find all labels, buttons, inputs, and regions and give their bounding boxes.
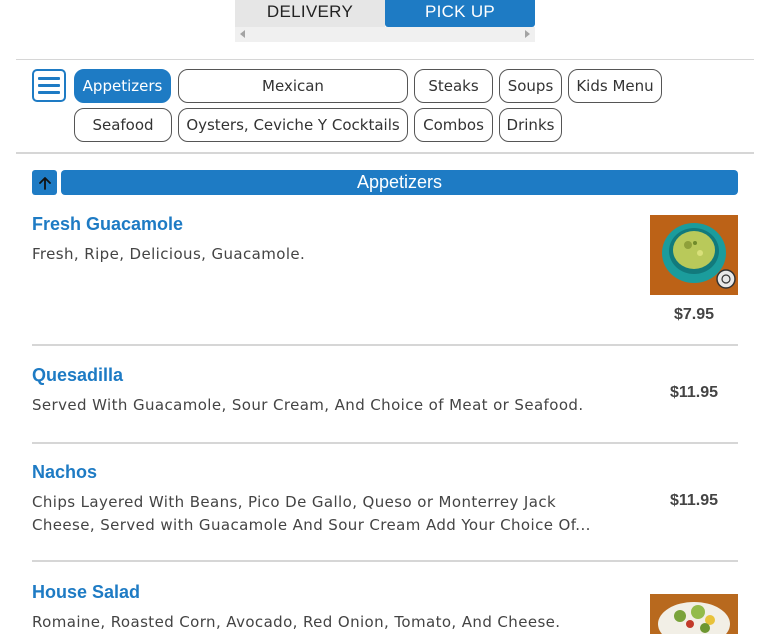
category-tab-appetizers[interactable]: Appetizers xyxy=(74,69,171,103)
salad-photo[interactable] xyxy=(650,594,738,634)
category-tab-drinks[interactable]: Drinks xyxy=(499,108,562,142)
item-divider xyxy=(32,442,738,444)
category-tab-soups[interactable]: Soups xyxy=(499,69,562,103)
scroll-to-top-button[interactable] xyxy=(32,170,57,195)
category-menu-button[interactable] xyxy=(32,69,66,102)
category-tab-seafood[interactable]: Seafood xyxy=(74,108,172,142)
item-description: Fresh, Ripe, Delicious, Guacamole. xyxy=(32,245,306,263)
category-tab-mexican[interactable]: Mexican xyxy=(178,69,408,103)
item-name[interactable]: Fresh Guacamole xyxy=(32,214,183,235)
item-name[interactable]: House Salad xyxy=(32,582,140,603)
item-description: Chips Layered With Beans, Pico De Gallo,… xyxy=(32,493,591,534)
menu-icon-bar xyxy=(38,77,60,80)
category-tab-steaks[interactable]: Steaks xyxy=(414,69,493,103)
menu-item[interactable]: Quesadilla Served With Guacamole, Sour C… xyxy=(32,363,738,444)
item-name[interactable]: Quesadilla xyxy=(32,365,123,386)
pickup-button[interactable]: PICK UP xyxy=(385,0,535,27)
item-name[interactable]: Nachos xyxy=(32,462,97,483)
item-description: Served With Guacamole, Sour Cream, And C… xyxy=(32,396,584,414)
guacamole-photo[interactable] xyxy=(650,215,738,295)
divider xyxy=(16,59,754,60)
category-tab-combos[interactable]: Combos xyxy=(414,108,493,142)
item-price: $11.95 xyxy=(669,492,719,509)
delivery-button[interactable]: DELIVERY xyxy=(235,0,385,27)
item-price: $11.95 xyxy=(669,384,719,401)
order-mode-toggle: DELIVERY PICK UP xyxy=(235,0,535,27)
horizontal-scrollbar[interactable] xyxy=(235,27,535,42)
menu-item[interactable]: Nachos Chips Layered With Beans, Pico De… xyxy=(32,460,738,563)
category-tab-kids-menu[interactable]: Kids Menu xyxy=(568,69,662,103)
item-divider xyxy=(32,560,738,562)
item-price: $7.95 xyxy=(673,306,715,323)
menu-icon-bar xyxy=(38,91,60,94)
menu-item[interactable]: Fresh Guacamole Fresh, Ripe, Delicious, … xyxy=(32,212,738,346)
scroll-right-icon[interactable] xyxy=(525,30,530,38)
item-divider xyxy=(32,344,738,346)
menu-item[interactable]: House Salad Romaine, Roasted Corn, Avoca… xyxy=(32,580,738,634)
menu-icon-bar xyxy=(38,84,60,87)
scroll-left-icon[interactable] xyxy=(240,30,245,38)
divider xyxy=(16,152,754,154)
arrow-up-icon xyxy=(38,176,51,190)
category-tab-oysters-ceviche-cocktails[interactable]: Oysters, Ceviche Y Cocktails xyxy=(178,108,408,142)
item-description: Romaine, Roasted Corn, Avocado, Red Onio… xyxy=(32,613,561,631)
section-title-appetizers: Appetizers xyxy=(61,170,738,195)
